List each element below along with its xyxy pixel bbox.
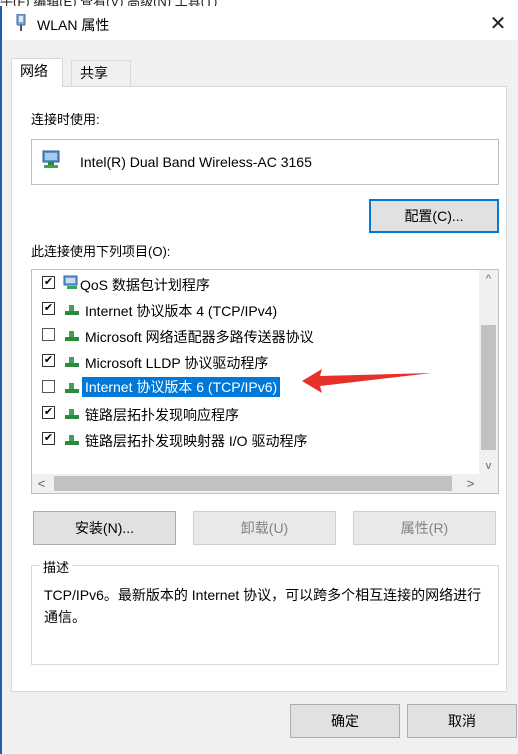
scroll-down-icon[interactable]: v: [479, 457, 498, 475]
scroll-up-icon[interactable]: ^: [479, 270, 498, 288]
network-tab-panel: 连接时使用: Intel(R) Dual Band Wireless-AC 31…: [11, 86, 507, 692]
scrollbar-corner: [479, 474, 498, 493]
qos-icon: [63, 275, 78, 289]
uninstall-button[interactable]: 卸载(U): [193, 511, 336, 545]
protocol-icon: [65, 331, 79, 341]
protocol-icon: [65, 357, 79, 367]
list-item[interactable]: ✔ Microsoft LLDP 协议驱动程序: [32, 348, 480, 374]
protocol-icon: [65, 305, 79, 315]
protocol-icon: [65, 435, 79, 445]
title-bar: WLAN 属性 ✕: [1, 6, 518, 40]
cancel-button[interactable]: 取消: [407, 704, 517, 738]
adapter-box: Intel(R) Dual Band Wireless-AC 3165: [31, 139, 499, 185]
connect-using-label: 连接时使用:: [31, 112, 100, 127]
item-label-selected: Internet 协议版本 6 (TCP/IPv6): [82, 377, 281, 397]
close-button[interactable]: ✕: [484, 10, 512, 36]
item-label: Microsoft 网络适配器多路传送器协议: [85, 329, 314, 345]
list-item[interactable]: ✔ 链路层拓扑发现响应程序: [32, 400, 480, 426]
install-button[interactable]: 安装(N)...: [33, 511, 176, 545]
list-item-selected[interactable]: Internet 协议版本 6 (TCP/IPv6): [32, 374, 480, 400]
item-label: 链路层拓扑发现响应程序: [85, 407, 239, 423]
protocol-icon: [65, 383, 79, 393]
scroll-left-icon[interactable]: <: [32, 474, 51, 493]
list-item[interactable]: ✔ QoS 数据包计划程序: [32, 270, 480, 296]
network-card-icon: [42, 150, 60, 168]
configure-button[interactable]: 配置(C)...: [369, 199, 499, 233]
ok-button[interactable]: 确定: [290, 704, 400, 738]
description-title: 描述: [40, 557, 73, 576]
horizontal-scrollbar[interactable]: < >: [32, 474, 480, 493]
item-checkbox[interactable]: [42, 328, 55, 341]
items-label: 此连接使用下列项目(O):: [31, 244, 171, 259]
description-text: TCP/IPv6。最新版本的 Internet 协议，可以跨多个相互连接的网络进…: [44, 587, 482, 625]
protocol-icon: [65, 409, 79, 419]
item-label: Internet 协议版本 4 (TCP/IPv4): [85, 303, 278, 319]
description-group: 描述 TCP/IPv6。最新版本的 Internet 协议，可以跨多个相互连接的…: [31, 557, 499, 665]
vertical-scroll-thumb[interactable]: [481, 325, 496, 450]
list-item[interactable]: ✔ Internet 协议版本 4 (TCP/IPv4): [32, 296, 480, 322]
list-item[interactable]: ✔ 链路层拓扑发现映射器 I/O 驱动程序: [32, 426, 480, 452]
properties-button[interactable]: 属性(R): [353, 511, 496, 545]
close-icon: ✕: [489, 12, 507, 35]
dialog-window: WLAN 属性 ✕ 网络 共享 连接时使用: Intel(R) Dual Ban…: [0, 6, 518, 754]
window-title: WLAN 属性: [37, 17, 110, 33]
scroll-right-icon[interactable]: >: [461, 474, 480, 493]
item-checkbox[interactable]: ✔: [42, 276, 55, 289]
network-adapter-icon: [16, 14, 26, 31]
item-checkbox[interactable]: ✔: [42, 432, 55, 445]
tab-sharing[interactable]: 共享: [71, 60, 131, 86]
vertical-scrollbar[interactable]: ^ v: [479, 270, 498, 475]
item-checkbox[interactable]: [42, 380, 55, 393]
item-checkbox[interactable]: ✔: [42, 406, 55, 419]
item-checkbox[interactable]: ✔: [42, 302, 55, 315]
components-list: ✔ QoS 数据包计划程序 ✔ Internet 协议版本 4 (TCP/IPv…: [31, 269, 499, 494]
horizontal-scroll-thumb[interactable]: [54, 476, 452, 491]
tab-network[interactable]: 网络: [11, 58, 63, 87]
item-label: QoS 数据包计划程序: [80, 277, 210, 293]
window-edge: [0, 6, 2, 754]
adapter-name: Intel(R) Dual Band Wireless-AC 3165: [80, 154, 312, 170]
list-item[interactable]: Microsoft 网络适配器多路传送器协议: [32, 322, 480, 348]
item-label: 链路层拓扑发现映射器 I/O 驱动程序: [85, 433, 308, 449]
item-checkbox[interactable]: ✔: [42, 354, 55, 367]
item-label: Microsoft LLDP 协议驱动程序: [85, 355, 269, 371]
dialog-client: 网络 共享 连接时使用: Intel(R) Dual Band Wireless…: [1, 40, 518, 754]
